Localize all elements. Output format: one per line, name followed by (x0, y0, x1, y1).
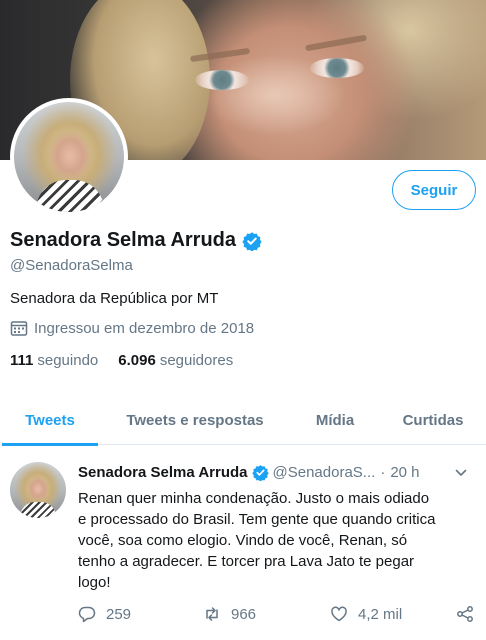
follow-button[interactable]: Seguir (392, 170, 476, 210)
profile-handle: @SenadoraSelma (10, 257, 133, 274)
tab-tweets-replies[interactable]: Tweets e respostas (100, 395, 290, 445)
like-icon (331, 606, 347, 622)
tab-tweets[interactable]: Tweets (0, 395, 100, 446)
tab-media[interactable]: Mídia (290, 395, 380, 445)
profile-joined: Ingressou em dezembro de 2018 (10, 319, 254, 337)
tweet[interactable]: Senadora Selma Arruda @SenadoraS... · 20… (0, 450, 486, 640)
retweet-count: 966 (231, 605, 257, 623)
like-button[interactable]: 4,2 mil (330, 603, 402, 625)
reply-icon (78, 606, 96, 623)
separator-dot: · (380, 464, 386, 481)
profile-avatar[interactable] (10, 98, 128, 216)
verified-badge-icon (242, 231, 262, 251)
share-button[interactable] (456, 603, 474, 625)
followers-label: seguidores (159, 352, 234, 369)
following-count: 111 (10, 352, 34, 369)
reply-count: 259 (106, 605, 132, 623)
tweet-header: Senadora Selma Arruda @SenadoraS... · 20… (78, 464, 478, 481)
tweet-time[interactable]: 20 h (390, 464, 419, 481)
following-link[interactable]: 111 seguindo (10, 352, 98, 369)
calendar-icon (10, 321, 28, 336)
joined-date: Ingressou em dezembro de 2018 (34, 319, 255, 337)
verified-badge-icon (251, 465, 269, 481)
profile-name-row: Senadora Selma Arruda (10, 229, 262, 252)
tweet-author-handle[interactable]: @SenadoraS... (273, 464, 376, 481)
retweet-button[interactable]: 966 (203, 603, 256, 625)
tweet-actions: 259 966 4,2 mil (78, 603, 478, 625)
like-count: 4,2 mil (358, 605, 403, 623)
reply-button[interactable]: 259 (78, 603, 131, 625)
followers-count: 6.096 (118, 352, 156, 369)
profile-name: Senadora Selma Arruda (10, 229, 237, 251)
chevron-down-icon[interactable] (454, 466, 468, 480)
share-icon (457, 606, 473, 622)
profile-tabs: Tweets Tweets e respostas Mídia Curtidas (0, 395, 486, 446)
retweet-icon (206, 607, 218, 621)
tweet-avatar[interactable] (10, 462, 66, 518)
profile-bio: Senadora da República por MT (10, 290, 219, 307)
tab-likes[interactable]: Curtidas (380, 395, 486, 445)
tweet-text: Renan quer minha condenação. Justo o mai… (78, 490, 436, 591)
followers-link[interactable]: 6.096 seguidores (118, 352, 233, 369)
profile-stats: 111 seguindo 6.096 seguidores (10, 352, 233, 369)
following-label: seguindo (37, 352, 99, 369)
tweet-author-name[interactable]: Senadora Selma Arruda (78, 464, 248, 481)
